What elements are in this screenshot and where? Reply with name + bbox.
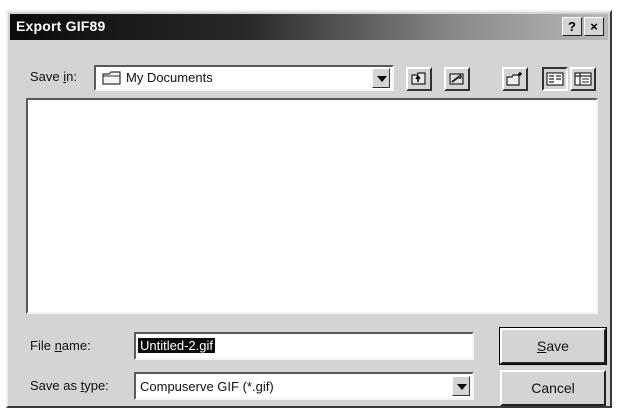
- save-as-type-combo[interactable]: Compuserve GIF (*.gif): [134, 372, 474, 400]
- up-one-level-icon: [411, 72, 426, 85]
- desktop-icon: [449, 73, 464, 85]
- details-view-button[interactable]: [570, 67, 596, 91]
- save-as-type-dropdown-arrow[interactable]: [452, 376, 470, 396]
- save-in-label: Save in:: [30, 69, 77, 84]
- file-name-label: File name:: [30, 338, 91, 353]
- save-as-type-value: Compuserve GIF (*.gif): [140, 379, 274, 394]
- file-name-input[interactable]: Untitled-2.gif: [134, 332, 474, 360]
- save-as-type-label: Save as type:: [30, 378, 109, 393]
- new-folder-button[interactable]: [502, 67, 528, 91]
- new-folder-icon: [506, 72, 522, 86]
- up-one-level-button[interactable]: [406, 67, 432, 91]
- list-view-icon: [546, 72, 564, 86]
- save-button[interactable]: Save: [499, 327, 607, 365]
- cancel-button[interactable]: Cancel: [500, 370, 606, 406]
- help-button[interactable]: ?: [562, 17, 582, 36]
- save-in-combo[interactable]: My Documents: [94, 65, 394, 91]
- file-name-value: Untitled-2.gif: [138, 338, 215, 353]
- details-view-icon: [574, 72, 592, 86]
- window-title: Export GIF89: [16, 18, 106, 34]
- save-in-value: My Documents: [126, 70, 213, 85]
- file-list[interactable]: [26, 98, 598, 314]
- close-button[interactable]: ×: [584, 17, 604, 36]
- desktop-button[interactable]: [444, 67, 470, 91]
- list-view-button[interactable]: [542, 67, 568, 91]
- export-dialog: Export GIF89 ? × Save in: My Documents F…: [6, 10, 612, 408]
- save-in-dropdown-arrow[interactable]: [372, 68, 390, 88]
- folder-icon: [102, 71, 121, 85]
- title-bar: Export GIF89 ? ×: [10, 14, 608, 40]
